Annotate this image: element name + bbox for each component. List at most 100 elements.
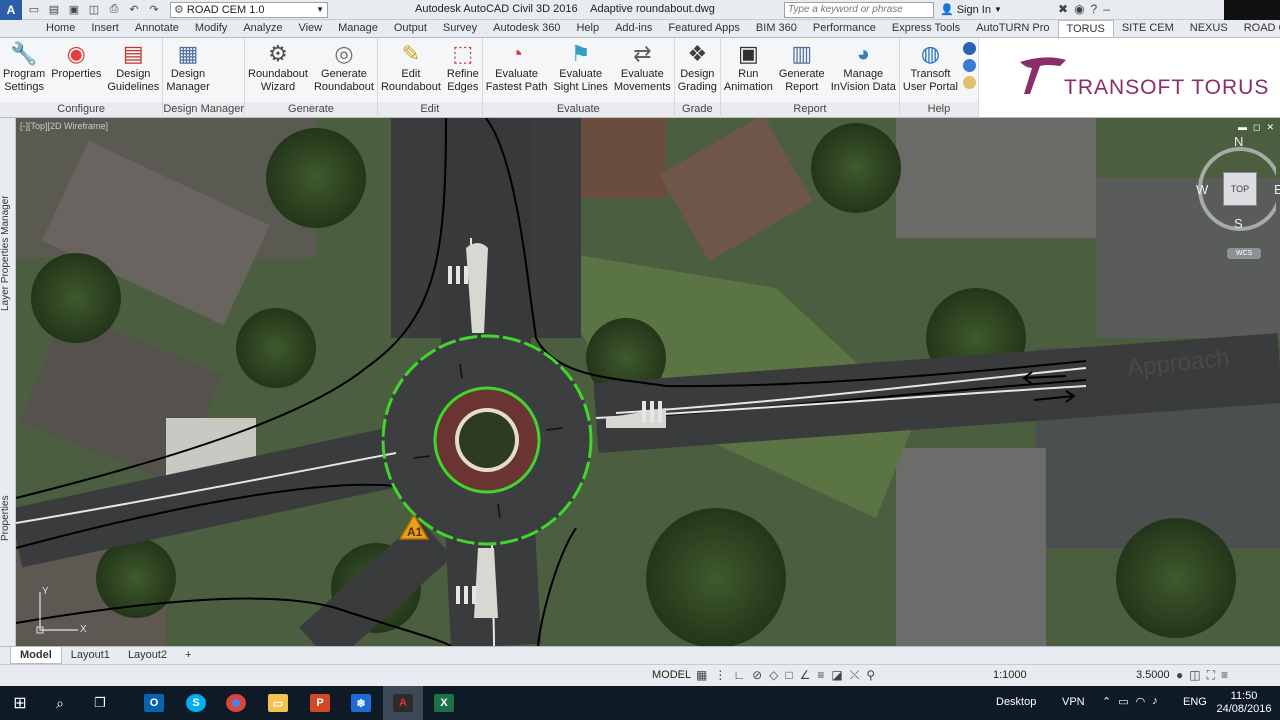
redo-icon[interactable]: ↷ <box>146 2 162 18</box>
snowflake-app-icon[interactable]: ❄ <box>341 686 381 720</box>
connect-icon[interactable]: ◉ <box>1074 2 1084 16</box>
application-menu-button[interactable]: A <box>0 0 22 20</box>
compass-north[interactable]: N <box>1234 134 1243 149</box>
isolate-objects-icon[interactable]: ◫ <box>1189 668 1200 683</box>
undo-icon[interactable]: ↶ <box>126 2 142 18</box>
evaluate-fastest-path-button[interactable]: ◔ Evaluate Fastest Path <box>483 38 551 102</box>
roundabout-wizard-button[interactable]: ⚙ Roundabout Wizard <box>245 38 311 102</box>
tab-output[interactable]: Output <box>386 20 435 37</box>
design-grading-button[interactable]: ❖ Design Grading <box>675 38 720 102</box>
autocad-civil3d-taskbar-icon[interactable]: A <box>383 686 423 720</box>
task-view-icon[interactable]: ❐ <box>80 686 120 720</box>
show-hidden-icons-icon[interactable]: ⌃ <box>1102 695 1111 708</box>
save-as-icon[interactable]: ◫ <box>86 2 102 18</box>
clean-screen-icon[interactable]: ⛶ <box>1207 668 1215 683</box>
isodraft-icon[interactable]: ◇ <box>769 668 778 683</box>
exchange-apps-icon[interactable]: ✖ <box>1058 2 1068 16</box>
edit-roundabout-button[interactable]: ✎ Edit Roundabout <box>378 38 444 102</box>
help-icon[interactable] <box>962 59 976 72</box>
layer-properties-manager-tab[interactable]: Layer Properties Manager <box>0 178 16 328</box>
sign-in-button[interactable]: 👤 Sign In ▼ <box>940 3 1002 17</box>
outlook-icon[interactable]: O <box>134 686 174 720</box>
tab-modify[interactable]: Modify <box>187 20 235 37</box>
tab-site-cem[interactable]: SITE CEM <box>1114 20 1182 37</box>
open-folder-icon[interactable]: ▤ <box>46 2 62 18</box>
add-layout-button[interactable]: + <box>176 647 200 664</box>
compass-west[interactable]: W <box>1196 182 1208 197</box>
tab-performance[interactable]: Performance <box>805 20 884 37</box>
grid-icon[interactable]: ▦ <box>696 668 707 683</box>
generate-report-button[interactable]: ▥ Generate Report <box>776 38 828 102</box>
compass-east[interactable]: E <box>1274 182 1280 197</box>
tab-help[interactable]: Help <box>568 20 607 37</box>
tab-torus[interactable]: TORUS <box>1057 20 1114 37</box>
info-icon[interactable] <box>962 76 976 89</box>
customize-icon[interactable]: ≡ <box>1221 668 1228 683</box>
snap-icon[interactable]: ⋮ <box>714 668 726 683</box>
language-indicator[interactable]: ENG <box>1183 696 1207 708</box>
tab-layout1[interactable]: Layout1 <box>62 647 119 664</box>
ortho-icon[interactable]: ∟ <box>733 668 745 683</box>
tab-annotate[interactable]: Annotate <box>127 20 187 37</box>
selection-cycling-icon[interactable]: ⤬ <box>850 668 860 683</box>
tab-road-cem-plan[interactable]: ROAD CEM Plan <box>1236 20 1280 37</box>
tab-manage[interactable]: Manage <box>330 20 386 37</box>
chrome-icon[interactable] <box>216 686 256 720</box>
viewcube-top-face[interactable]: TOP <box>1223 172 1257 206</box>
drawing-viewport[interactable]: Approach A1 [-][Top][2D Wireframe] ▬ ◻ ✕… <box>16 118 1280 646</box>
file-explorer-icon[interactable]: ▭ <box>258 686 298 720</box>
properties-tab[interactable]: Properties <box>0 478 16 558</box>
tab-layout2[interactable]: Layout2 <box>119 647 176 664</box>
annotation-visibility-icon[interactable]: ⚲ <box>866 668 875 683</box>
tab-model[interactable]: Model <box>10 647 62 664</box>
skype-icon[interactable]: S <box>176 686 216 720</box>
program-settings-button[interactable]: 🔧 Program Settings <box>0 38 48 102</box>
transoft-user-portal-button[interactable]: ◍ Transoft User Portal <box>900 38 961 102</box>
tab-featured-apps[interactable]: Featured Apps <box>660 20 748 37</box>
object-tracking-icon[interactable]: ∠ <box>800 668 811 683</box>
tab-bim-360[interactable]: BIM 360 <box>748 20 805 37</box>
evaluate-movements-button[interactable]: ⇄ Evaluate Movements <box>611 38 674 102</box>
tab-view[interactable]: View <box>290 20 330 37</box>
print-icon[interactable]: ⎙ <box>106 2 122 18</box>
tab-survey[interactable]: Survey <box>435 20 485 37</box>
lineweight-icon[interactable]: ≡ <box>817 668 824 683</box>
desktop-toolbar[interactable]: Desktop <box>996 696 1036 708</box>
hardware-acceleration-icon[interactable]: ● <box>1176 668 1183 683</box>
transparency-icon[interactable]: ◪ <box>831 668 842 683</box>
properties-button[interactable]: ◉ Properties <box>48 38 104 102</box>
viewport-label[interactable]: [-][Top][2D Wireframe] <box>20 121 108 131</box>
model-space-toggle[interactable]: MODEL <box>652 669 691 681</box>
help-icon[interactable]: ? <box>1091 2 1098 16</box>
powerpoint-icon[interactable]: P <box>300 686 340 720</box>
tab-nexus[interactable]: NEXUS <box>1182 20 1236 37</box>
tab-autodesk-360[interactable]: Autodesk 360 <box>485 20 568 37</box>
tab-autoturn-pro[interactable]: AutoTURN Pro <box>968 20 1057 37</box>
workspace-dropdown[interactable]: ⚙ ROAD CEM 1.0 ▼ <box>170 1 328 18</box>
volume-icon[interactable]: ♪ <box>1152 695 1158 708</box>
object-snap-icon[interactable]: □ <box>785 668 792 683</box>
start-button[interactable]: ⊞ <box>0 686 40 720</box>
manage-invision-data-button[interactable]: ◕ Manage InVision Data <box>828 38 899 102</box>
save-icon[interactable]: ▣ <box>66 2 82 18</box>
tab-insert[interactable]: Insert <box>83 20 127 37</box>
vpn-toolbar[interactable]: VPN <box>1062 696 1085 708</box>
wcs-menu[interactable]: WCS <box>1227 248 1261 259</box>
viewcube[interactable]: N S E W TOP WCS <box>1176 132 1280 262</box>
clock[interactable]: 11:50 24/08/2016 <box>1216 690 1272 716</box>
new-file-icon[interactable]: ▭ <box>26 2 42 18</box>
minimize-icon[interactable]: ‒ <box>1103 2 1110 16</box>
tab-express-tools[interactable]: Express Tools <box>884 20 968 37</box>
transoft-logo-icon[interactable] <box>962 42 976 55</box>
refine-edges-button[interactable]: ⬚ Refine Edges <box>444 38 482 102</box>
network-icon[interactable]: ▭ <box>1118 695 1128 708</box>
compass-south[interactable]: S <box>1234 216 1243 231</box>
search-icon[interactable]: ⌕ <box>40 686 80 720</box>
annotation-scale-dropdown[interactable]: 1:1000 <box>993 669 1027 681</box>
design-manager-button[interactable]: ▦ Design Manager <box>163 38 212 102</box>
search-input[interactable]: Type a keyword or phrase <box>784 2 934 18</box>
excel-icon[interactable]: X <box>424 686 464 720</box>
polar-icon[interactable]: ⊘ <box>752 668 762 683</box>
tab-home[interactable]: Home <box>38 20 83 37</box>
evaluate-sight-lines-button[interactable]: ⚑ Evaluate Sight Lines <box>550 38 610 102</box>
